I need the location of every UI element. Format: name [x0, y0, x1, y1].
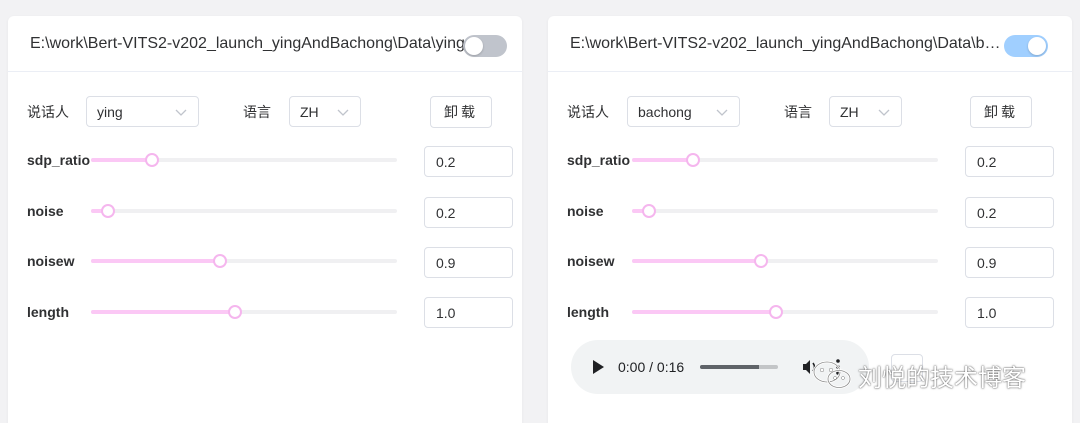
speaker-select[interactable]: ying: [86, 96, 199, 127]
slider-fill: [632, 310, 776, 314]
watermark: 刘悦的技术博客: [812, 356, 1026, 394]
language-select-value: ZH: [840, 104, 859, 120]
noise-input[interactable]: 0.2: [965, 197, 1054, 228]
length-label: length: [27, 304, 69, 320]
noise-input[interactable]: 0.2: [424, 197, 513, 228]
audio-time: 0:00 / 0:16: [618, 359, 685, 375]
noisew-slider[interactable]: [91, 253, 397, 269]
language-select[interactable]: ZH: [829, 96, 902, 127]
slider-thumb[interactable]: [100, 204, 115, 218]
model-toggle-switch[interactable]: [463, 35, 507, 57]
slider-fill: [91, 259, 220, 263]
toggle-knob: [465, 37, 483, 55]
sdp-ratio-input[interactable]: 0.2: [965, 146, 1054, 177]
speaker-select-value: ying: [97, 104, 123, 120]
slider-thumb[interactable]: [686, 153, 701, 167]
chevron-down-icon: [337, 109, 349, 116]
noise-slider[interactable]: [632, 203, 938, 219]
noise-label: noise: [27, 203, 64, 219]
noise-slider[interactable]: [91, 203, 397, 219]
sdp-ratio-slider[interactable]: [632, 152, 938, 168]
language-select[interactable]: ZH: [289, 96, 361, 127]
sdp-ratio-slider[interactable]: [91, 152, 397, 168]
wechat-icon: [812, 360, 852, 389]
slider-fill: [632, 158, 694, 162]
slider-rail: [632, 209, 938, 213]
play-icon[interactable]: [591, 359, 605, 375]
noise-label: noise: [567, 203, 604, 219]
length-slider[interactable]: [91, 304, 397, 320]
speaker-label: 说话人: [567, 104, 609, 120]
unload-button[interactable]: 卸载: [430, 96, 492, 128]
chevron-down-icon: [175, 109, 187, 116]
noisew-label: noisew: [27, 253, 75, 269]
sdp-ratio-label: sdp_ratio: [567, 152, 631, 168]
slider-rail: [91, 209, 397, 213]
length-input[interactable]: 1.0: [965, 297, 1054, 328]
audio-progress-bar[interactable]: [700, 365, 778, 369]
chevron-down-icon: [716, 109, 728, 116]
sdp-ratio-label: sdp_ratio: [27, 152, 91, 168]
toggle-knob: [1028, 37, 1046, 55]
noisew-input[interactable]: 0.9: [424, 247, 513, 278]
slider-thumb[interactable]: [753, 254, 768, 268]
watermark-text: 刘悦的技术博客: [858, 364, 1026, 392]
model-path-title: E:\work\Bert-VITS2-v202_launch_yingAndBa…: [30, 35, 465, 52]
slider-fill: [91, 310, 235, 314]
speaker-label: 说话人: [27, 104, 69, 120]
slider-fill: [632, 259, 761, 263]
speaker-select[interactable]: bachong: [627, 96, 740, 127]
slider-fill: [91, 158, 153, 162]
slider-thumb[interactable]: [212, 254, 227, 268]
model-path-title: E:\work\Bert-VITS2-v202_launch_yingAndBa…: [570, 35, 1006, 52]
audio-progress-fill: [700, 365, 759, 369]
unload-button[interactable]: 卸载: [970, 96, 1032, 128]
slider-thumb[interactable]: [227, 305, 242, 319]
noisew-slider[interactable]: [632, 253, 938, 269]
slider-thumb[interactable]: [768, 305, 783, 319]
slider-thumb[interactable]: [641, 204, 656, 218]
model-card-ying: E:\work\Bert-VITS2-v202_launch_yingAndBa…: [8, 16, 522, 423]
chevron-down-icon: [878, 109, 890, 116]
card-header: E:\work\Bert-VITS2-v202_launch_yingAndBa…: [8, 16, 522, 72]
length-slider[interactable]: [632, 304, 938, 320]
model-toggle-switch[interactable]: [1004, 35, 1048, 57]
speaker-select-value: bachong: [638, 104, 692, 120]
noisew-label: noisew: [567, 253, 615, 269]
slider-thumb[interactable]: [145, 153, 160, 167]
sdp-ratio-input[interactable]: 0.2: [424, 146, 513, 177]
length-label: length: [567, 304, 609, 320]
language-label: 语言: [784, 104, 812, 120]
language-select-value: ZH: [300, 104, 319, 120]
noisew-input[interactable]: 0.9: [965, 247, 1054, 278]
language-label: 语言: [243, 104, 271, 120]
card-header: E:\work\Bert-VITS2-v202_launch_yingAndBa…: [548, 16, 1072, 72]
length-input[interactable]: 1.0: [424, 297, 513, 328]
